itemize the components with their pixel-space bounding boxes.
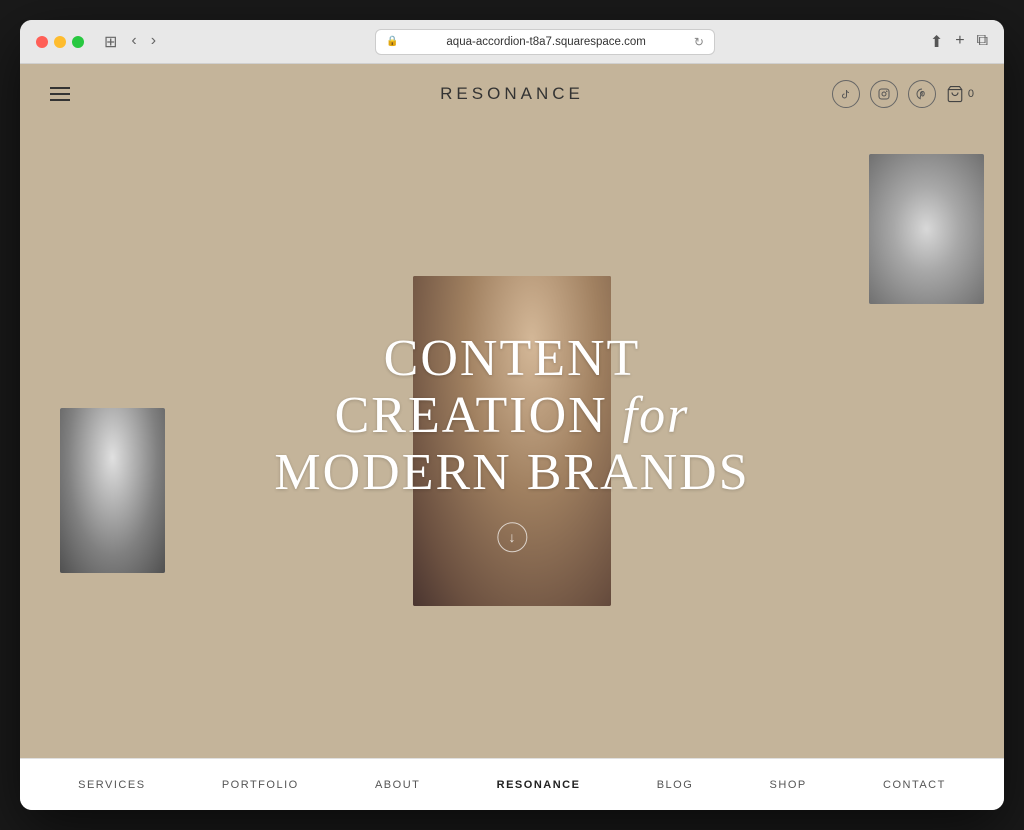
forward-icon[interactable]: › — [147, 30, 160, 54]
hero-line3: MODERN BRANDS — [274, 445, 749, 502]
sidebar-toggle-icon[interactable]: ⊞ — [100, 30, 121, 54]
maximize-button[interactable] — [72, 36, 84, 48]
close-button[interactable] — [36, 36, 48, 48]
title-bar: ⊞ ‹ › 🔒 aqua-accordion-t8a7.squarespace.… — [20, 20, 1004, 64]
bottom-nav: SERVICES PORTFOLIO ABOUT RESONANCE BLOG … — [20, 758, 1004, 810]
scroll-down-button[interactable]: ↓ — [497, 522, 527, 552]
pinterest-icon[interactable] — [908, 80, 936, 108]
site-nav: RESONANCE — [20, 64, 1004, 124]
nav-resonance[interactable]: RESONANCE — [489, 775, 589, 795]
new-tab-icon[interactable]: + — [955, 32, 964, 52]
nav-shop[interactable]: SHOP — [762, 775, 815, 795]
website: RESONANCE — [20, 64, 1004, 810]
arrow-down-icon: ↓ — [508, 529, 515, 545]
share-icon[interactable]: ⬆ — [930, 32, 943, 52]
left-hero-image — [60, 408, 165, 573]
nav-contact[interactable]: CONTACT — [875, 775, 954, 795]
address-bar[interactable]: 🔒 aqua-accordion-t8a7.squarespace.com ↻ — [375, 29, 715, 55]
nav-portfolio[interactable]: PORTFOLIO — [214, 775, 307, 795]
nav-right: 0 — [832, 80, 974, 108]
window-controls: ⊞ ‹ › — [100, 30, 160, 54]
hero-section: CONTENT CREATION for MODERN BRANDS ↓ — [20, 124, 1004, 758]
windows-icon[interactable]: ⧉ — [977, 32, 988, 52]
cart-count: 0 — [968, 88, 974, 100]
traffic-lights — [36, 36, 84, 48]
toolbar-right: ⬆ + ⧉ — [930, 32, 988, 52]
instagram-icon[interactable] — [870, 80, 898, 108]
nav-blog[interactable]: BLOG — [649, 775, 702, 795]
site-logo[interactable]: RESONANCE — [440, 84, 584, 104]
lock-icon: 🔒 — [386, 36, 398, 47]
hamburger-menu[interactable] — [50, 87, 70, 101]
right-hero-image — [869, 154, 984, 304]
hero-text: CONTENT CREATION for MODERN BRANDS ↓ — [274, 330, 749, 552]
mac-window: ⊞ ‹ › 🔒 aqua-accordion-t8a7.squarespace.… — [20, 20, 1004, 810]
cart-icon[interactable]: 0 — [946, 85, 974, 103]
nav-about[interactable]: ABOUT — [367, 775, 428, 795]
tiktok-icon[interactable] — [832, 80, 860, 108]
reload-icon[interactable]: ↻ — [694, 35, 704, 49]
hero-line2-normal: CREATION — [335, 387, 608, 444]
back-icon[interactable]: ‹ — [127, 30, 140, 54]
address-bar-container: 🔒 aqua-accordion-t8a7.squarespace.com ↻ — [168, 29, 922, 55]
hero-title: CONTENT CREATION for MODERN BRANDS — [274, 330, 749, 502]
hero-line1: CONTENT — [274, 330, 749, 387]
scroll-indicator: ↓ — [274, 522, 749, 552]
nav-services[interactable]: SERVICES — [70, 775, 153, 795]
url-text: aqua-accordion-t8a7.squarespace.com — [404, 36, 687, 48]
hero-line2: CREATION for — [274, 387, 749, 444]
minimize-button[interactable] — [54, 36, 66, 48]
hero-line2-italic: for — [608, 387, 690, 444]
